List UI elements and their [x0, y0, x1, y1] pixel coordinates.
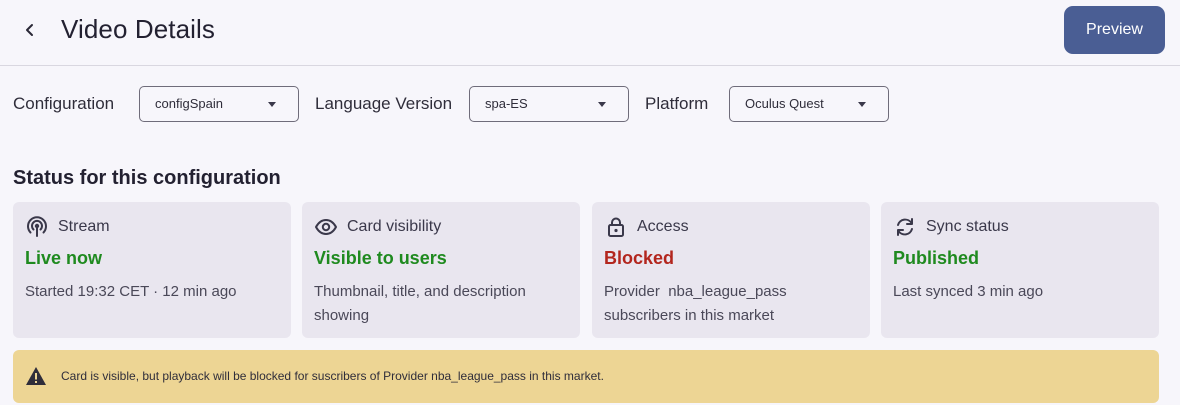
status-card-stream: Stream Live now Started 19:32 CET · 12 m…	[13, 202, 291, 338]
platform-select-value: Oculus Quest	[745, 96, 824, 111]
language-version-select[interactable]: spa-ES	[469, 86, 629, 122]
status-card-sync-status: Sync status Published Last synced 3 min …	[881, 202, 1159, 338]
status-card-state: Live now	[25, 248, 103, 268]
platform-label: Platform	[645, 94, 709, 113]
page-header: Video Details Preview	[0, 0, 1180, 66]
lock-icon	[604, 215, 628, 239]
page-title: Video Details	[61, 14, 216, 44]
caret-down-icon	[268, 102, 276, 107]
warning-icon	[26, 367, 46, 385]
language-version-label: Language Version	[315, 94, 453, 113]
platform-select[interactable]: Oculus Quest	[729, 86, 889, 122]
warning-banner: Card is visible, but playback will be bl…	[13, 350, 1159, 403]
preview-button[interactable]: Preview	[1064, 6, 1165, 54]
status-card-description: Last synced 3 min ago	[893, 283, 1044, 300]
eye-icon	[314, 215, 338, 239]
status-card-label: Stream	[58, 218, 110, 235]
status-card-access: Access Blocked Provider nba_league_pass …	[592, 202, 870, 338]
language-version-select-value: spa-ES	[485, 96, 528, 111]
status-card-description: Thumbnail, title, and description showin…	[314, 283, 526, 324]
status-card-state: Visible to users	[314, 248, 447, 268]
sync-icon	[893, 215, 917, 239]
status-card-description: Started 19:32 CET · 12 min ago	[25, 283, 237, 300]
warning-message: Card is visible, but playback will be bl…	[61, 369, 604, 383]
status-card-label: Sync status	[926, 218, 1009, 235]
broadcast-icon	[25, 215, 49, 239]
status-card-label: Card visibility	[347, 218, 442, 235]
configuration-label: Configuration	[13, 94, 115, 113]
configuration-select[interactable]: configSpain	[139, 86, 299, 122]
back-button[interactable]	[18, 18, 42, 42]
chevron-left-icon	[26, 24, 33, 36]
status-card-state: Blocked	[604, 248, 675, 268]
status-section-title: Status for this configuration	[13, 167, 281, 189]
status-card-card-visibility: Card visibility Visible to users Thumbna…	[302, 202, 580, 338]
configuration-select-value: configSpain	[155, 96, 223, 111]
caret-down-icon	[598, 102, 606, 107]
status-card-label: Access	[637, 218, 689, 235]
caret-down-icon	[858, 102, 866, 107]
status-card-description: Provider nba_league_pass subscribers in …	[604, 283, 791, 324]
status-card-state: Published	[893, 248, 980, 268]
